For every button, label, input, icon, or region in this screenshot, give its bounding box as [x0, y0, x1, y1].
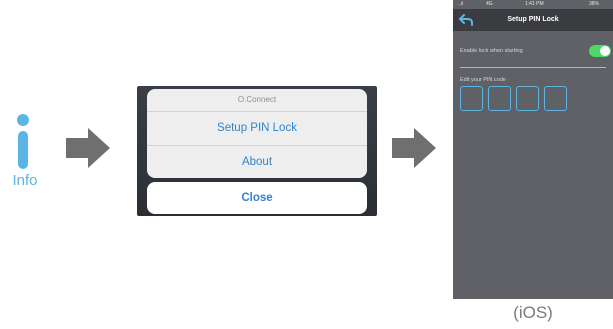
enable-lock-toggle[interactable]: [589, 45, 611, 57]
setup-pin-lock-button[interactable]: Setup PIN Lock: [147, 112, 367, 146]
pin-digit-2[interactable]: [488, 86, 511, 111]
network-indicator: 4G: [486, 1, 493, 7]
nav-title: Setup PIN Lock: [507, 16, 559, 23]
pin-code-label: Edit your PIN code: [460, 77, 506, 83]
info-icon-dot: [17, 114, 29, 126]
pin-digit-3[interactable]: [516, 86, 539, 111]
action-sheet-title: O.Connect: [147, 89, 367, 112]
signal-indicator: ..ıl: [458, 1, 464, 7]
action-sheet-group: O.Connect Setup PIN Lock About: [147, 89, 367, 178]
platform-caption: (iOS): [513, 303, 553, 322]
status-bar: ..ıl 4G 1:41 PM 38%: [453, 0, 613, 9]
about-button[interactable]: About: [147, 146, 367, 178]
enable-lock-label: Enable lock when starting: [460, 48, 523, 54]
close-button[interactable]: Close: [147, 182, 367, 214]
pin-digit-4[interactable]: [544, 86, 567, 111]
battery-indicator: 38%: [589, 1, 600, 7]
back-arrow-icon[interactable]: [459, 14, 473, 26]
phone-screenshot: ..ıl 4G 1:41 PM 38% Setup PIN Lock Enabl…: [453, 0, 613, 299]
toggle-knob: [600, 46, 610, 56]
arrow-right-icon: [66, 128, 110, 168]
pin-digit-1[interactable]: [460, 86, 483, 111]
arrow-right-icon: [392, 128, 436, 168]
divider: [460, 67, 606, 68]
action-sheet-screenshot: O.Connect Setup PIN Lock About Close: [137, 86, 377, 216]
nav-bar: Setup PIN Lock: [453, 9, 613, 31]
status-time: 1:41 PM: [525, 1, 544, 7]
info-label: Info: [12, 172, 38, 189]
info-icon-bar: [18, 131, 28, 169]
